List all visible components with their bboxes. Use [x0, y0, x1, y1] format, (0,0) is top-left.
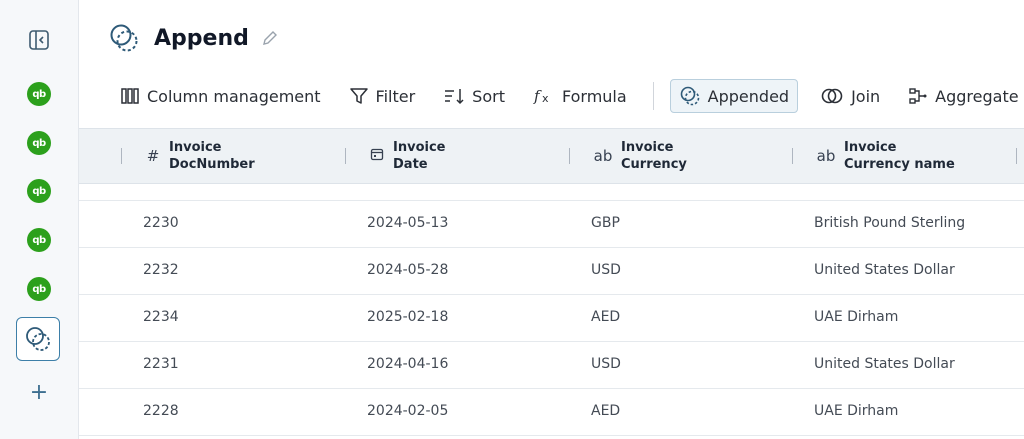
- column-management-button[interactable]: Column management: [114, 79, 327, 113]
- toolbar: Column management Filter Sort fx Formula…: [114, 78, 1024, 114]
- column-header-currency[interactable]: ab Invoice Currency: [593, 129, 687, 183]
- column-header-currency-name[interactable]: ab Invoice Currency name: [816, 129, 955, 183]
- column-divider: [569, 148, 570, 164]
- sidebar: qb qb qb qb qb +: [0, 0, 79, 439]
- sort-button[interactable]: Sort: [437, 79, 511, 113]
- table-row[interactable]: 2231 2024-04-16 USD United States Dollar: [79, 341, 1024, 389]
- partial-row: [79, 182, 1024, 201]
- table-row[interactable]: 2234 2025-02-18 AED UAE Dirham: [79, 294, 1024, 342]
- filter-icon: [349, 88, 368, 104]
- table-row[interactable]: 2228 2024-02-05 AED UAE Dirham: [79, 388, 1024, 436]
- sort-icon: [445, 89, 464, 105]
- hash-icon: #: [146, 147, 160, 165]
- sidebar-append-item[interactable]: [16, 317, 60, 361]
- table-header: # Invoice DocNumber Invoice Date ab Invoic…: [79, 128, 1024, 184]
- table-row[interactable]: 2232 2024-05-28 USD United States Dollar: [79, 247, 1024, 295]
- sidebar-source-4[interactable]: qb: [0, 228, 78, 252]
- sidebar-source-5[interactable]: qb: [0, 277, 78, 301]
- append-icon: [680, 86, 699, 106]
- filter-button[interactable]: Filter: [343, 79, 422, 113]
- table-row[interactable]: 2230 2024-05-13 GBP British Pound Sterli…: [79, 200, 1024, 248]
- column-header-docnumber[interactable]: # Invoice DocNumber: [145, 129, 255, 183]
- calendar-icon: [369, 147, 385, 165]
- formula-button[interactable]: fx Formula: [527, 79, 633, 113]
- column-divider: [345, 148, 346, 164]
- text-type-icon: ab: [593, 147, 613, 165]
- aggregate-button[interactable]: Aggregate: [902, 79, 1024, 113]
- text-type-icon: ab: [816, 147, 836, 165]
- edit-title-icon[interactable]: [261, 29, 279, 47]
- add-source-button[interactable]: +: [0, 380, 78, 405]
- join-icon: [821, 88, 843, 104]
- sidebar-source-2[interactable]: qb: [0, 131, 78, 155]
- formula-icon: fx: [533, 87, 549, 105]
- column-divider: [1016, 148, 1017, 164]
- page-title: Append: [154, 25, 249, 51]
- join-button[interactable]: Join: [814, 79, 886, 113]
- quickbooks-icon: qb: [27, 82, 51, 106]
- quickbooks-icon: qb: [27, 228, 51, 252]
- sidebar-source-1[interactable]: qb: [0, 82, 78, 106]
- column-divider: [792, 148, 793, 164]
- aggregate-icon: [909, 88, 927, 104]
- quickbooks-icon: qb: [27, 131, 51, 155]
- quickbooks-icon: qb: [27, 277, 51, 301]
- column-divider: [121, 148, 122, 164]
- column-header-date[interactable]: Invoice Date: [369, 129, 445, 183]
- sidebar-source-3[interactable]: qb: [0, 179, 78, 203]
- quickbooks-icon: qb: [27, 179, 51, 203]
- collapse-sidebar-button[interactable]: [0, 28, 78, 52]
- append-icon: [110, 24, 138, 52]
- sidebar-collapse-icon: [29, 30, 49, 50]
- svg-text:f: f: [533, 87, 542, 105]
- svg-text:x: x: [542, 92, 549, 105]
- appended-button[interactable]: Appended: [669, 79, 799, 113]
- columns-icon: [121, 88, 139, 104]
- append-icon: [26, 327, 50, 351]
- toolbar-divider: [652, 82, 654, 110]
- page-header: Append: [108, 20, 279, 56]
